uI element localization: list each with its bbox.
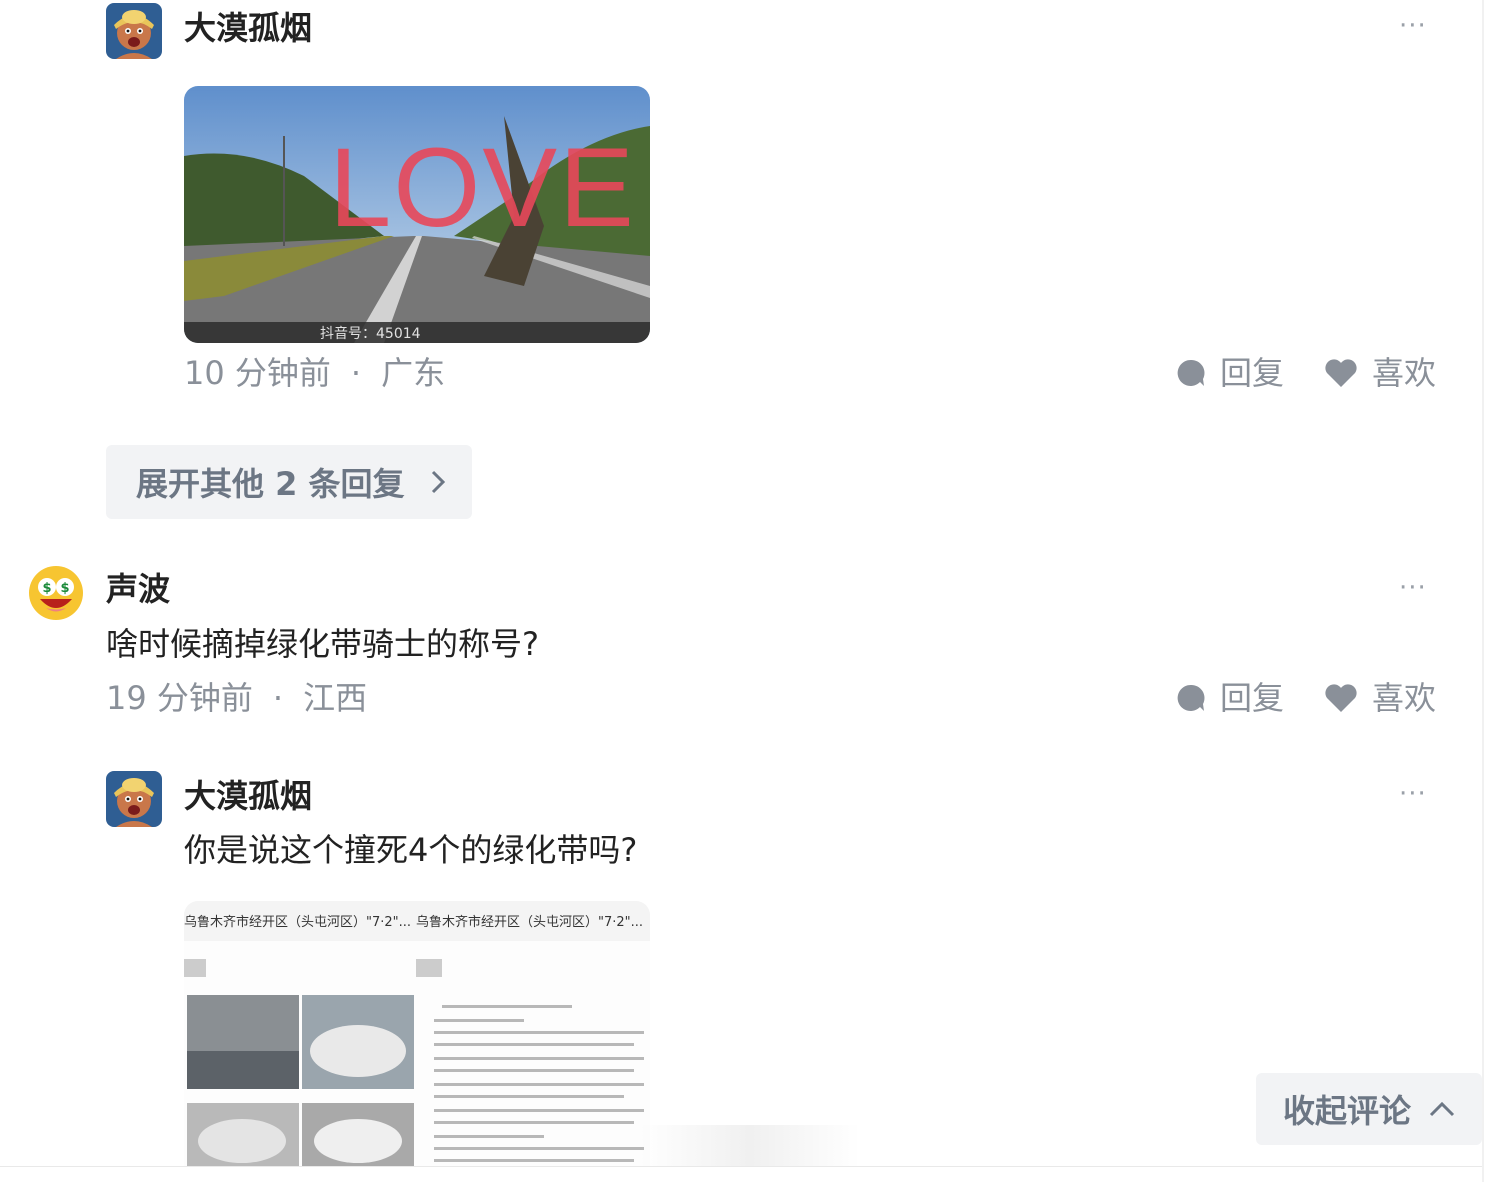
more-options-icon[interactable]: ··· — [1399, 13, 1427, 39]
collapse-comments-button[interactable]: 收起评论 — [1256, 1073, 1482, 1145]
reply-image[interactable]: 乌鲁木齐市经开区（头屯河区）"7·2"... 乌鲁木齐市经开区（头屯河区）"7·… — [184, 901, 650, 1167]
heart-icon — [1325, 684, 1357, 712]
loading-shimmer — [640, 1125, 860, 1167]
avatar-reply-2[interactable] — [106, 771, 162, 827]
comment-text: 啥时候摘掉绿化带骑士的称号? — [106, 625, 539, 663]
svg-text:$: $ — [42, 581, 51, 596]
more-options-icon[interactable]: ··· — [1399, 781, 1427, 807]
reply-image[interactable]: LOVE 抖音号：45014 — [184, 86, 650, 343]
like-button[interactable]: 喜欢 — [1324, 678, 1436, 718]
love-overlay-text: LOVE — [329, 125, 636, 250]
chevron-up-icon — [1429, 1101, 1455, 1117]
document-scan — [184, 941, 650, 1167]
location: 江西 — [303, 679, 368, 717]
comment-meta: 10 分钟前 · 广东 — [184, 353, 445, 393]
divider — [0, 1166, 1482, 1167]
separator-dot: · — [350, 354, 362, 392]
username[interactable]: 大漠孤烟 — [184, 776, 312, 816]
cartoon-avatar-icon — [106, 771, 162, 827]
money-eyes-emoji-icon: $ $ — [29, 566, 83, 620]
avatar-reply-1[interactable] — [106, 3, 162, 59]
location: 广东 — [381, 354, 446, 392]
expand-replies-label: 展开其他 2 条回复 — [136, 465, 405, 503]
reply-label: 回复 — [1220, 679, 1285, 717]
heart-icon — [1325, 359, 1357, 387]
username[interactable]: 声波 — [106, 569, 170, 609]
svg-text:$: $ — [60, 581, 69, 596]
like-button[interactable]: 喜欢 — [1324, 353, 1436, 393]
timestamp: 19 分钟前 — [106, 679, 253, 717]
speech-bubble-icon — [1177, 359, 1205, 386]
avatar-comment-2[interactable]: $ $ — [28, 565, 84, 621]
reply-button[interactable]: 回复 — [1176, 678, 1284, 718]
username[interactable]: 大漠孤烟 — [184, 8, 312, 48]
timestamp: 10 分钟前 — [184, 354, 331, 392]
expand-replies-button[interactable]: 展开其他 2 条回复 — [106, 445, 472, 519]
like-label: 喜欢 — [1372, 354, 1437, 392]
watermark-text: 抖音号：45014 — [320, 326, 421, 342]
collapse-comments-label: 收起评论 — [1282, 1092, 1411, 1130]
scrollbar-track — [1482, 0, 1484, 1182]
cartoon-avatar-icon — [106, 3, 162, 59]
comment-meta: 19 分钟前 · 江西 — [106, 678, 367, 718]
speech-bubble-icon — [1177, 684, 1205, 711]
reply-label: 回复 — [1220, 354, 1285, 392]
like-label: 喜欢 — [1372, 679, 1437, 717]
separator-dot: · — [272, 679, 284, 717]
chevron-right-icon — [431, 470, 445, 494]
comment-text: 你是说这个撞死4个的绿化带吗? — [184, 831, 638, 869]
reply-button[interactable]: 回复 — [1176, 353, 1284, 393]
more-options-icon[interactable]: ··· — [1399, 575, 1427, 601]
